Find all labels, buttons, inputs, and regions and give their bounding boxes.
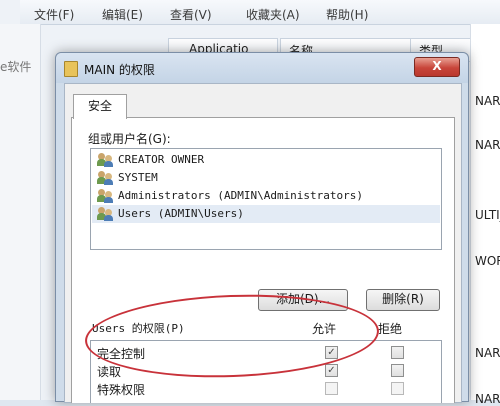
users-group-icon — [97, 207, 114, 221]
deny-checkbox[interactable] — [391, 382, 404, 395]
allow-checkbox[interactable]: ✓ — [325, 364, 338, 377]
permission-name: 特殊权限 — [97, 383, 146, 397]
background-left-label: e软件 — [0, 60, 32, 74]
deny-checkbox[interactable] — [391, 364, 404, 377]
menu-favorites[interactable]: 收藏夹(A) — [246, 6, 300, 23]
menu-file[interactable]: 文件(F) — [34, 6, 74, 23]
dialog-title: MAIN 的权限 — [84, 63, 155, 77]
group-label: 组或用户名(G): — [88, 132, 171, 146]
users-group-icon — [97, 153, 114, 167]
dialog-titlebar[interactable]: MAIN 的权限 X — [56, 53, 468, 83]
users-group-icon — [97, 171, 114, 185]
remove-button[interactable]: 删除(R) — [366, 289, 440, 311]
list-item[interactable]: CREATOR OWNER — [92, 151, 440, 169]
tab-security[interactable]: 安全 — [73, 94, 127, 119]
user-name: Users (ADMIN\Users) — [118, 207, 244, 220]
allow-checkbox[interactable] — [325, 382, 338, 395]
user-name: CREATOR OWNER — [118, 153, 205, 166]
user-name: Administrators (ADMIN\Administrators) — [118, 189, 364, 202]
user-list[interactable]: CREATOR OWNER SYSTEM Administrators (ADM… — [90, 148, 442, 250]
deny-header: 拒绝 — [378, 322, 403, 336]
background-type-value: NARY — [475, 138, 500, 152]
background-type-column: NARY NARY ULTI_S WORD NARY NARY — [470, 24, 500, 406]
background-type-value: WORD — [475, 254, 500, 268]
background-type-value: ULTI_S — [475, 208, 500, 222]
background-left-pane — [0, 24, 41, 400]
list-item-selected[interactable]: Users (ADMIN\Users) — [92, 205, 440, 223]
background-type-value: NARY — [475, 392, 500, 406]
close-button[interactable]: X — [414, 57, 460, 77]
menu-view[interactable]: 查看(V) — [170, 6, 212, 23]
menu-help[interactable]: 帮助(H) — [326, 6, 368, 23]
list-item[interactable]: Administrators (ADMIN\Administrators) — [92, 187, 440, 205]
background-type-value: NARY — [475, 346, 500, 360]
background-menubar: 文件(F) 编辑(E) 查看(V) 收藏夹(A) 帮助(H) — [20, 0, 500, 25]
users-group-icon — [97, 189, 114, 203]
menu-edit[interactable]: 编辑(E) — [102, 6, 143, 23]
list-item[interactable]: SYSTEM — [92, 169, 440, 187]
background-type-value: NARY — [475, 94, 500, 108]
user-name: SYSTEM — [118, 171, 158, 184]
folder-icon — [64, 61, 78, 77]
deny-checkbox[interactable] — [391, 346, 404, 359]
